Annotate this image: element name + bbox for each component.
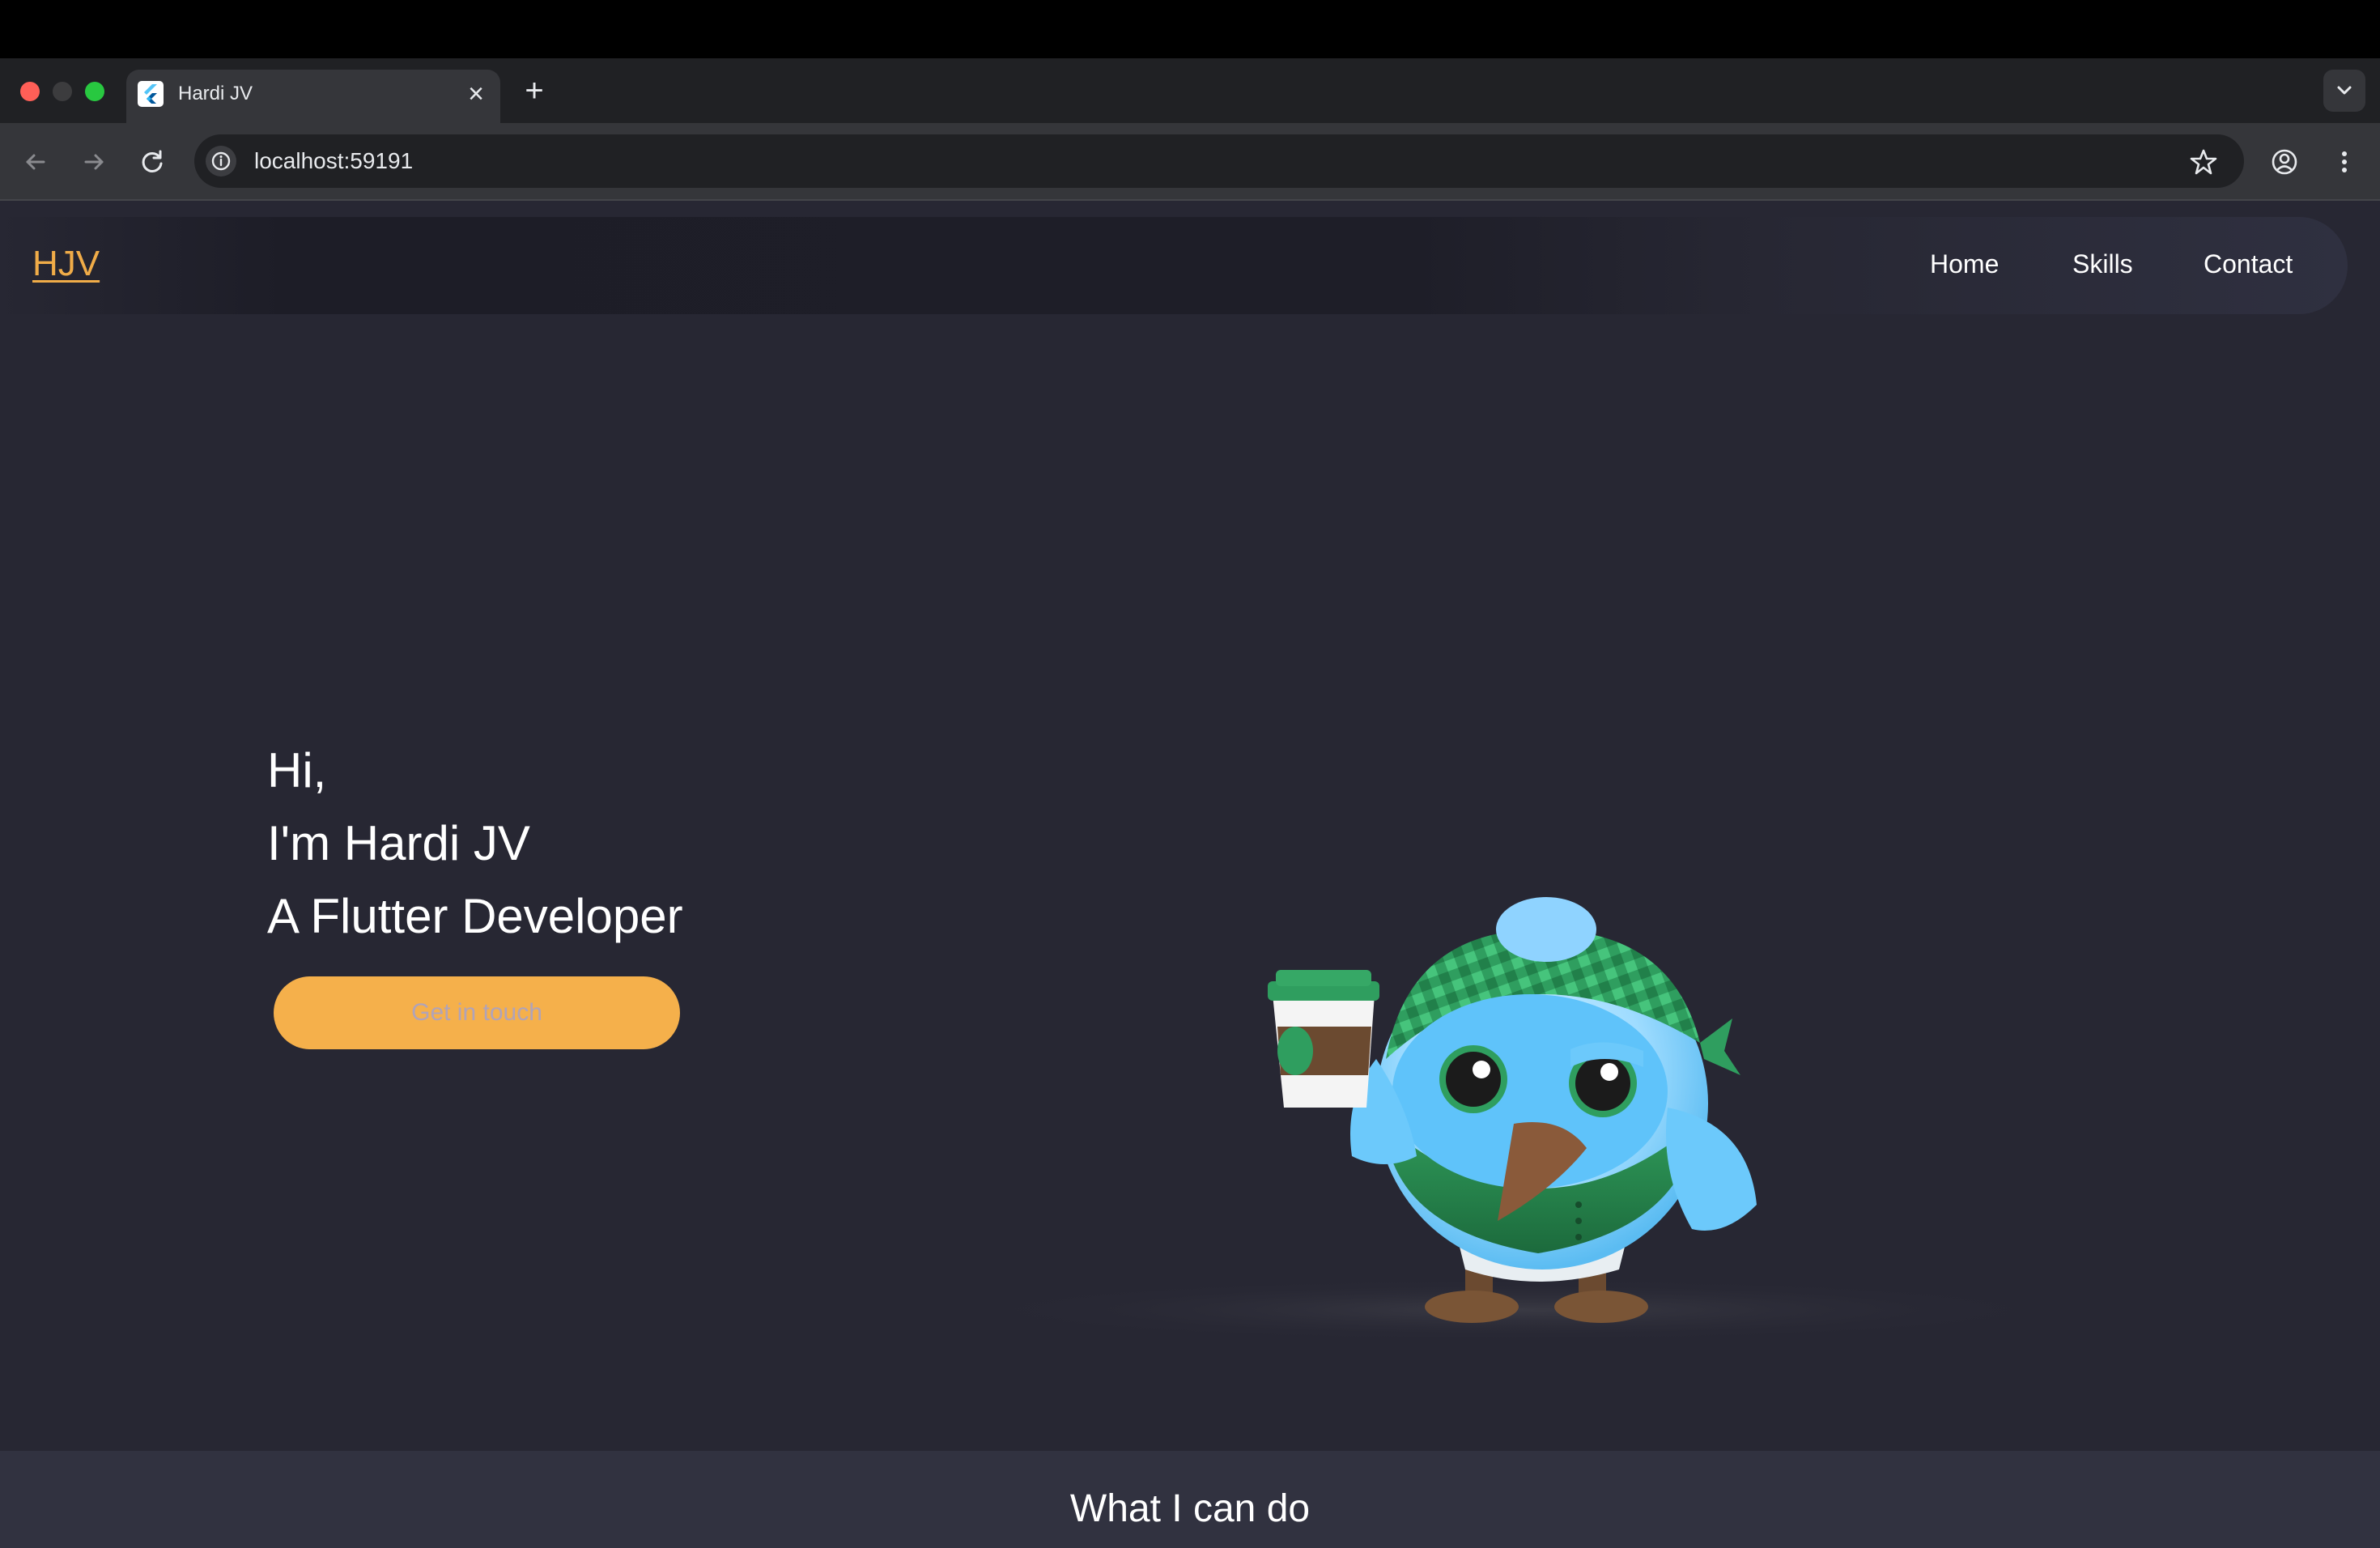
get-in-touch-button[interactable]: Get in touch: [274, 976, 680, 1049]
star-icon: [2190, 149, 2217, 175]
tab-search-button[interactable]: [2323, 70, 2365, 112]
maximize-window-button[interactable]: [85, 82, 104, 101]
browser-menu-button[interactable]: [2327, 144, 2362, 180]
new-tab-button[interactable]: +: [518, 74, 550, 107]
url-text[interactable]: localhost:59191: [254, 147, 413, 176]
reload-icon: [142, 150, 163, 172]
more-icon: [2342, 151, 2347, 172]
profile-button[interactable]: [2267, 144, 2302, 180]
flutter-icon: [138, 81, 164, 107]
forward-arrow-icon: [84, 154, 104, 170]
dash-mascot-illustration: [947, 897, 2080, 1342]
browser-tab[interactable]: Hardi JV ×: [126, 70, 500, 125]
hero-role: A Flutter Developer: [267, 889, 683, 943]
minimize-window-button[interactable]: [53, 82, 72, 101]
hero-greeting: Hi,: [267, 743, 327, 797]
skills-section-title: What I can do: [1069, 1487, 1311, 1530]
nav-link-skills[interactable]: Skills: [2072, 246, 2133, 282]
back-button[interactable]: [18, 144, 53, 180]
reload-button[interactable]: [134, 144, 170, 180]
nav-link-home[interactable]: Home: [1930, 246, 1999, 282]
tab-title: Hardi JV: [178, 83, 253, 104]
os-menu-bar: [0, 0, 2380, 58]
skills-section: What I can do: [0, 1451, 2380, 1548]
close-window-button[interactable]: [20, 82, 40, 101]
back-arrow-icon: [26, 154, 45, 170]
profile-icon: [2272, 149, 2297, 175]
address-bar[interactable]: localhost:59191: [194, 134, 2244, 188]
hero-name: I'm Hardi JV: [267, 816, 530, 870]
close-tab-icon[interactable]: ×: [461, 79, 491, 108]
info-icon[interactable]: [206, 146, 236, 176]
chevron-down-icon: [2337, 86, 2352, 95]
site-logo[interactable]: HJV: [32, 241, 100, 287]
web-page: HJV Home Skills Contact Hi, I'm Hardi JV…: [0, 201, 2380, 1548]
nav-link-contact[interactable]: Contact: [2204, 246, 2293, 282]
forward-button[interactable]: [76, 144, 112, 180]
bookmark-button[interactable]: [2186, 144, 2221, 180]
